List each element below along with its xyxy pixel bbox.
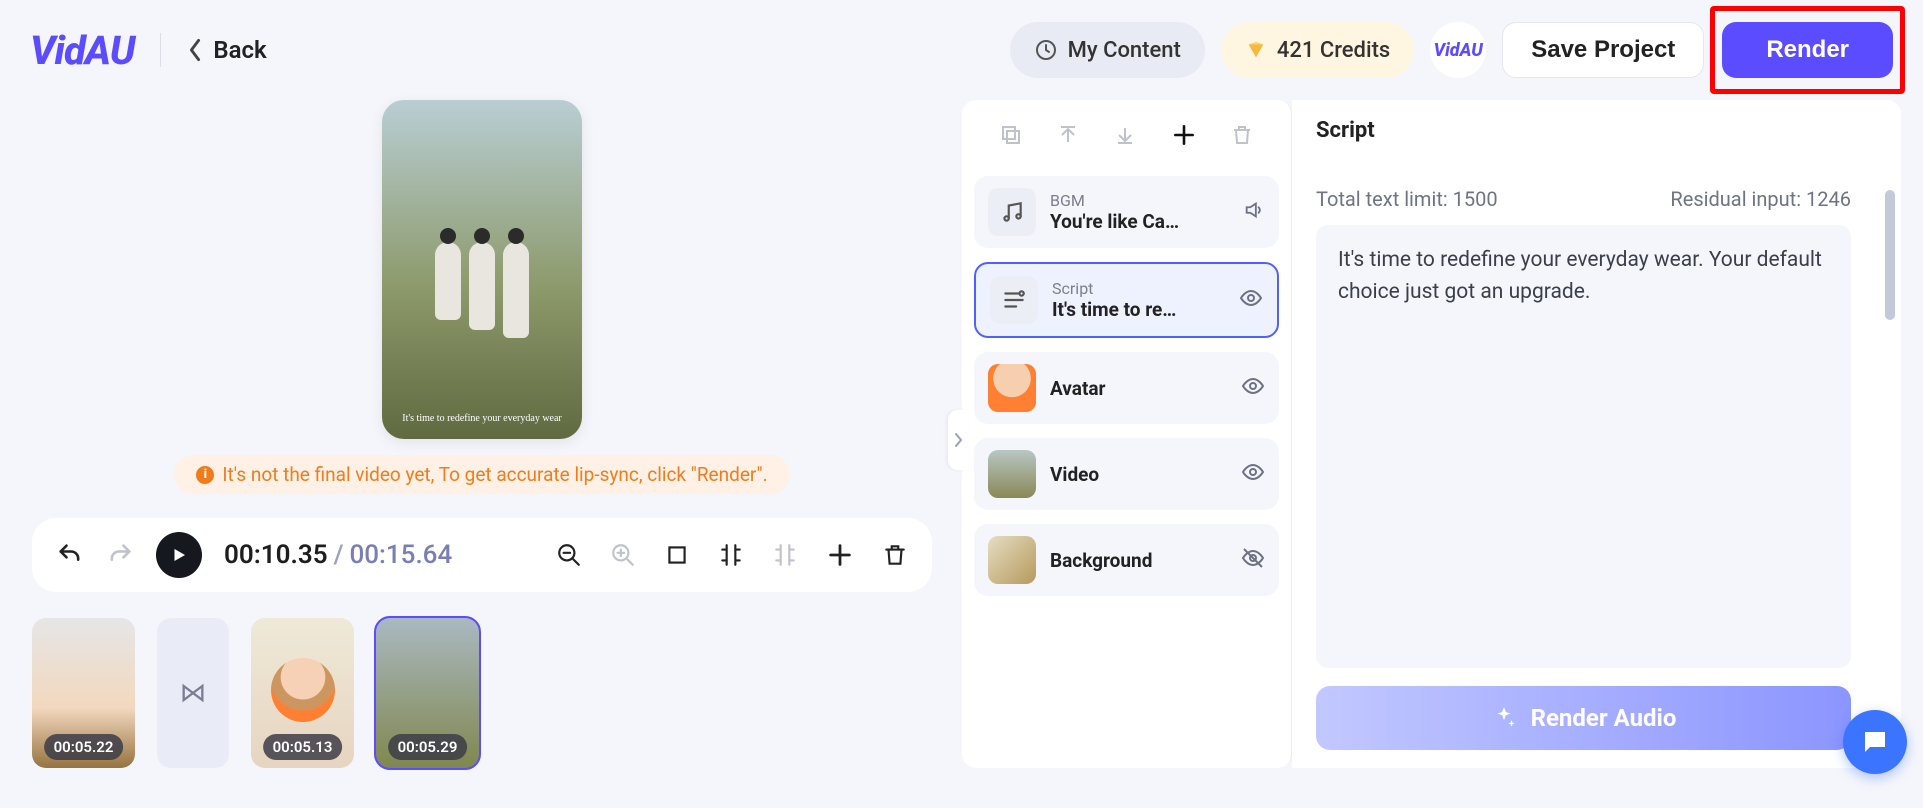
clip-transition[interactable] <box>157 618 229 768</box>
delete-layer-icon <box>1230 123 1254 151</box>
chat-icon <box>1860 727 1890 757</box>
video-preview[interactable]: It's time to redefine your everyday wear <box>382 100 582 439</box>
preview-column: It's time to redefine your everyday wear… <box>22 100 962 768</box>
clip-time-1: 00:05.22 <box>44 734 124 760</box>
layer-video-title: Video <box>1050 463 1227 486</box>
move-up-icon <box>1056 123 1080 151</box>
copy-layer-icon <box>999 123 1023 151</box>
panel-collapse-handle[interactable] <box>948 410 968 470</box>
time-display: 00:10.35 / 00:15.64 <box>224 540 452 570</box>
add-layer-icon[interactable] <box>1171 122 1197 152</box>
split-icon[interactable] <box>718 542 744 568</box>
visibility-off-icon[interactable] <box>1241 546 1265 574</box>
layer-bgm[interactable]: BGM You're like Ca… <box>974 176 1279 248</box>
script-panel: Script Total text limit: 1500 Residual i… <box>1292 100 1901 768</box>
split-disabled-icon <box>772 542 798 568</box>
sparkle-icon <box>1491 705 1517 731</box>
layer-avatar[interactable]: Avatar <box>974 352 1279 424</box>
current-time: 00:10.35 <box>224 540 328 570</box>
render-button-wrap: Render <box>1722 22 1893 78</box>
text-limit-label: Total text limit: 1500 <box>1316 187 1498 211</box>
crop-icon[interactable] <box>664 542 690 568</box>
redo-icon <box>106 541 134 569</box>
music-icon <box>988 188 1036 236</box>
clip-thumb-1[interactable]: 00:05.22 <box>32 618 135 768</box>
layer-script[interactable]: Script It's time to re… <box>974 262 1279 338</box>
credits-label: 421 Credits <box>1277 38 1390 63</box>
chevron-right-icon <box>953 432 963 448</box>
clock-icon <box>1034 38 1058 62</box>
transition-icon <box>179 679 207 707</box>
play-button[interactable] <box>156 532 202 578</box>
credits-badge[interactable]: 421 Credits <box>1221 22 1414 78</box>
script-meta: Total text limit: 1500 Residual input: 1… <box>1316 187 1877 211</box>
layer-avatar-title: Avatar <box>1050 377 1227 400</box>
layer-bgm-value: You're like Ca… <box>1050 210 1229 233</box>
chat-fab[interactable] <box>1843 710 1907 774</box>
total-duration: 00:15.64 <box>349 540 452 570</box>
diamond-icon <box>1245 39 1267 61</box>
render-warning-banner: i It's not the final video yet, To get a… <box>174 455 789 494</box>
timeline-controls: 00:10.35 / 00:15.64 <box>32 518 932 592</box>
back-button[interactable]: Back <box>187 36 266 64</box>
save-project-button[interactable]: Save Project <box>1502 22 1704 78</box>
render-warning-text: It's not the final video yet, To get acc… <box>222 463 767 486</box>
residual-input-label: Residual input: 1246 <box>1670 187 1851 211</box>
zoom-out-icon[interactable] <box>556 542 582 568</box>
visibility-icon[interactable] <box>1239 286 1263 314</box>
move-down-icon <box>1113 123 1137 151</box>
my-content-button[interactable]: My Content <box>1010 22 1205 78</box>
visibility-icon[interactable] <box>1241 460 1265 488</box>
preview-caption: It's time to redefine your everyday wear <box>382 412 582 425</box>
layer-background-title: Background <box>1050 549 1227 572</box>
timeline-tool-group <box>556 541 908 569</box>
clip-time-3: 00:05.29 <box>388 734 468 760</box>
clip-thumb-2[interactable]: 00:05.13 <box>251 618 354 768</box>
visibility-icon[interactable] <box>1241 374 1265 402</box>
delete-icon[interactable] <box>882 542 908 568</box>
clip-thumbnails: 00:05.22 00:05.13 00:05.29 <box>32 618 932 768</box>
avatar-thumb <box>988 364 1036 412</box>
layer-script-value: It's time to re… <box>1052 298 1225 321</box>
undo-icon[interactable] <box>56 541 84 569</box>
layer-background[interactable]: Background <box>974 524 1279 596</box>
script-icon <box>990 276 1038 324</box>
layer-script-label: Script <box>1052 279 1225 298</box>
preview-figures <box>382 242 582 338</box>
layers-panel: BGM You're like Ca… Script It's time to … <box>962 100 1292 768</box>
video-thumb <box>988 450 1036 498</box>
my-content-label: My Content <box>1068 38 1181 63</box>
clip-time-2: 00:05.13 <box>263 734 343 760</box>
render-button[interactable]: Render <box>1722 22 1893 78</box>
back-label: Back <box>213 36 266 64</box>
chevron-left-icon <box>187 38 203 62</box>
clip-thumb-3[interactable]: 00:05.29 <box>376 618 479 768</box>
layer-video[interactable]: Video <box>974 438 1279 510</box>
render-audio-label: Render Audio <box>1531 704 1677 732</box>
app-logo: VidAU <box>30 27 134 74</box>
render-audio-button[interactable]: Render Audio <box>1316 686 1851 750</box>
info-icon: i <box>196 466 214 484</box>
add-icon[interactable] <box>826 541 854 569</box>
play-icon <box>170 546 188 564</box>
background-thumb <box>988 536 1036 584</box>
divider <box>160 33 161 67</box>
zoom-in-icon <box>610 542 636 568</box>
layers-toolbar <box>974 118 1279 162</box>
script-panel-title: Script <box>1316 118 1877 143</box>
logo-badge[interactable]: VidAU <box>1430 22 1486 78</box>
scrollbar[interactable] <box>1885 190 1895 320</box>
header-bar: VidAU Back My Content 421 Credits VidAU … <box>0 0 1923 100</box>
layer-bgm-label: BGM <box>1050 191 1229 210</box>
mute-icon[interactable] <box>1243 199 1265 225</box>
main-area: It's time to redefine your everyday wear… <box>0 100 1923 790</box>
clip-thumb-2-avatar <box>271 658 335 722</box>
script-textarea[interactable]: It's time to redefine your everyday wear… <box>1316 225 1851 668</box>
